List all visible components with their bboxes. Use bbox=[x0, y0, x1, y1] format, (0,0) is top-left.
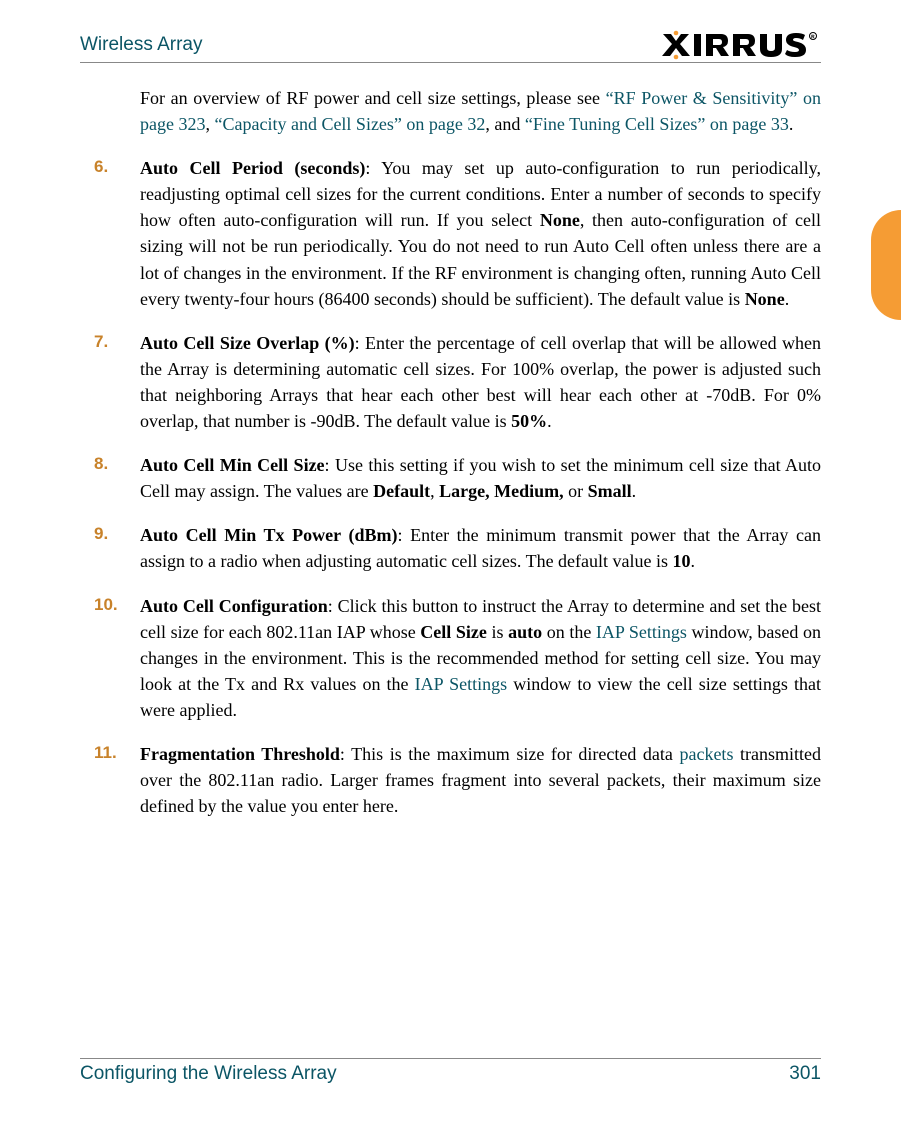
list-body: Auto Cell Period (seconds): You may set … bbox=[140, 155, 821, 312]
list-item-9: 9. Auto Cell Min Tx Power (dBm): Enter t… bbox=[80, 522, 821, 574]
item-text: , bbox=[430, 481, 439, 501]
item-title: Fragmentation Threshold bbox=[140, 744, 340, 764]
item-text: : This is the maximum size for directed … bbox=[340, 744, 680, 764]
intro-sep2: , and bbox=[485, 114, 525, 134]
list-item-7: 7. Auto Cell Size Overlap (%): Enter the… bbox=[80, 330, 821, 434]
list-number: 6. bbox=[80, 155, 140, 312]
list-item-11: 11. Fragmentation Threshold: This is the… bbox=[80, 741, 821, 819]
side-thumb-tab bbox=[871, 210, 901, 320]
item-value: Small bbox=[588, 481, 632, 501]
link-fine-tuning[interactable]: “Fine Tuning Cell Sizes” on page 33 bbox=[525, 114, 789, 134]
item-value: Default bbox=[373, 481, 430, 501]
list-number: 9. bbox=[80, 522, 140, 574]
item-text: . bbox=[691, 551, 696, 571]
item-title: Auto Cell Period (seconds) bbox=[140, 158, 365, 178]
item-text: or bbox=[564, 481, 588, 501]
intro-end: . bbox=[789, 114, 794, 134]
list-body: Auto Cell Size Overlap (%): Enter the pe… bbox=[140, 330, 821, 434]
item-value: 50% bbox=[511, 411, 547, 431]
item-text: is bbox=[487, 622, 508, 642]
header-title: Wireless Array bbox=[80, 34, 202, 56]
item-value: Large, Medium, bbox=[439, 481, 563, 501]
item-text: . bbox=[547, 411, 552, 431]
link-iap-settings[interactable]: IAP Settings bbox=[596, 622, 687, 642]
link-capacity[interactable]: “Capacity and Cell Sizes” on page 32 bbox=[214, 114, 485, 134]
item-value: 10 bbox=[673, 551, 691, 571]
list-number: 8. bbox=[80, 452, 140, 504]
intro-text: For an overview of RF power and cell siz… bbox=[140, 88, 606, 108]
list-number: 10. bbox=[80, 593, 140, 723]
list-body: Auto Cell Min Tx Power (dBm): Enter the … bbox=[140, 522, 821, 574]
page-number: 301 bbox=[789, 1063, 821, 1085]
item-title: Auto Cell Min Cell Size bbox=[140, 455, 325, 475]
page: Wireless Array bbox=[0, 0, 901, 1137]
item-title: Auto Cell Min Tx Power (dBm) bbox=[140, 525, 397, 545]
xirrus-logo-icon bbox=[661, 30, 821, 60]
footer-section: Configuring the Wireless Array bbox=[80, 1063, 337, 1085]
page-footer: Configuring the Wireless Array 301 bbox=[80, 1058, 821, 1085]
item-title: Auto Cell Configuration bbox=[140, 596, 328, 616]
list-body: Fragmentation Threshold: This is the max… bbox=[140, 741, 821, 819]
list-body: Auto Cell Configuration: Click this butt… bbox=[140, 593, 821, 723]
body-content: For an overview of RF power and cell siz… bbox=[80, 85, 821, 819]
item-value: Cell Size bbox=[420, 622, 487, 642]
list-body: Auto Cell Min Cell Size: Use this settin… bbox=[140, 452, 821, 504]
item-text: . bbox=[632, 481, 637, 501]
list-number: 11. bbox=[80, 741, 140, 819]
list-item-6: 6. Auto Cell Period (seconds): You may s… bbox=[80, 155, 821, 312]
link-packets[interactable]: packets bbox=[679, 744, 733, 764]
item-title: Auto Cell Size Overlap (%) bbox=[140, 333, 355, 353]
item-text: . bbox=[785, 289, 790, 309]
page-header: Wireless Array bbox=[80, 30, 821, 63]
item-value: auto bbox=[508, 622, 542, 642]
item-value: None bbox=[745, 289, 785, 309]
brand-logo bbox=[661, 30, 821, 60]
list-item-10: 10. Auto Cell Configuration: Click this … bbox=[80, 593, 821, 723]
item-value: None bbox=[540, 210, 580, 230]
intro-paragraph: For an overview of RF power and cell siz… bbox=[140, 85, 821, 137]
list-item-8: 8. Auto Cell Min Cell Size: Use this set… bbox=[80, 452, 821, 504]
link-iap-settings[interactable]: IAP Settings bbox=[415, 674, 507, 694]
item-text: on the bbox=[542, 622, 596, 642]
list-number: 7. bbox=[80, 330, 140, 434]
